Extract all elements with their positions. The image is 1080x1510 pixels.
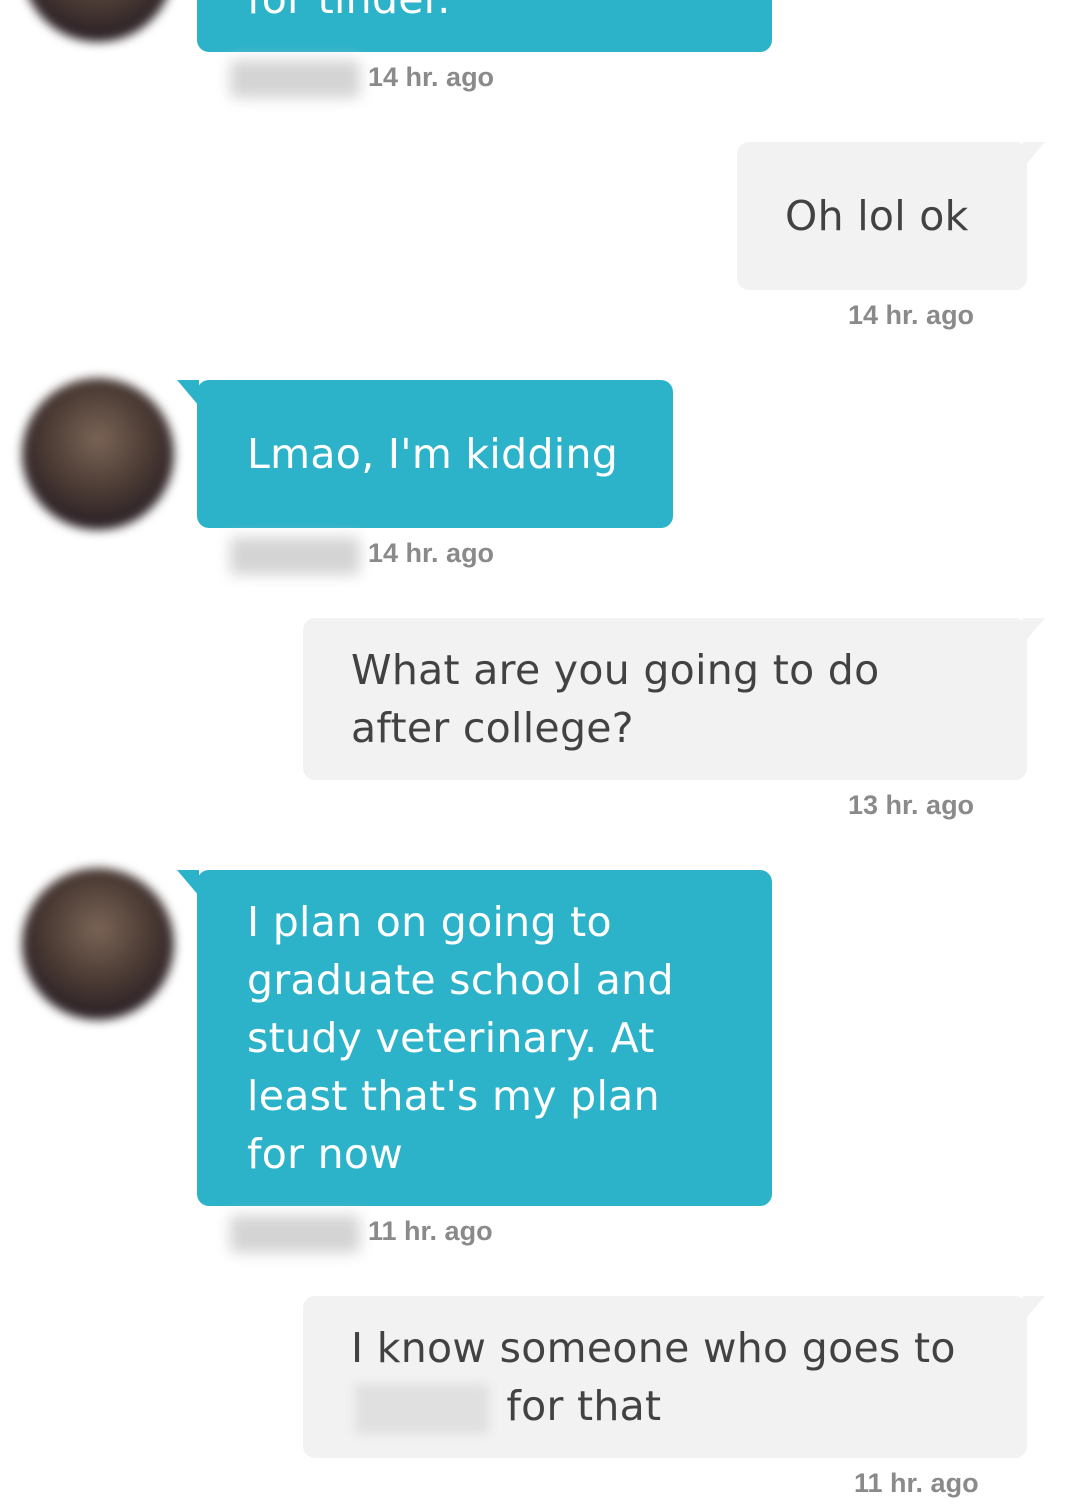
message-bubble-incoming: for tinder. xyxy=(197,0,772,52)
message-text: for tinder. xyxy=(247,0,451,23)
message-text: I know someone who goes to xyxy=(351,1324,956,1372)
match-avatar[interactable] xyxy=(22,0,174,42)
message-text: for that xyxy=(493,1382,662,1430)
message-bubble-outgoing: Oh lol ok xyxy=(737,142,1045,290)
match-avatar[interactable] xyxy=(22,868,174,1020)
message-bubble-incoming: I plan on going to graduate school and s… xyxy=(177,870,772,1206)
message-text: Oh lol ok xyxy=(785,192,969,240)
message-bubble-incoming: Lmao, I'm kidding xyxy=(177,380,673,528)
school-name-redacted xyxy=(355,1384,489,1434)
match-avatar[interactable] xyxy=(22,378,174,530)
message-timestamp: 14 hr. ago xyxy=(368,62,495,92)
message-bubble-outgoing: What are you going to do after college? xyxy=(303,618,1045,780)
sender-name-redacted xyxy=(230,537,360,575)
message-bubble-outgoing: I know someone who goes to for that xyxy=(303,1296,1045,1458)
message-timestamp: 13 hr. ago xyxy=(848,790,975,820)
message-timestamp: 11 hr. ago xyxy=(368,1216,493,1246)
message-timestamp: 14 hr. ago xyxy=(848,300,975,330)
message-text: What are you going to do after college? xyxy=(351,646,880,752)
sender-name-redacted xyxy=(230,1215,360,1253)
message-text: I plan on going to graduate school and s… xyxy=(247,898,674,1178)
sender-name-redacted xyxy=(230,60,360,98)
message-timestamp: 11 hr. ago xyxy=(854,1468,979,1498)
message-text: Lmao, I'm kidding xyxy=(247,430,619,478)
message-timestamp: 14 hr. ago xyxy=(368,538,495,568)
